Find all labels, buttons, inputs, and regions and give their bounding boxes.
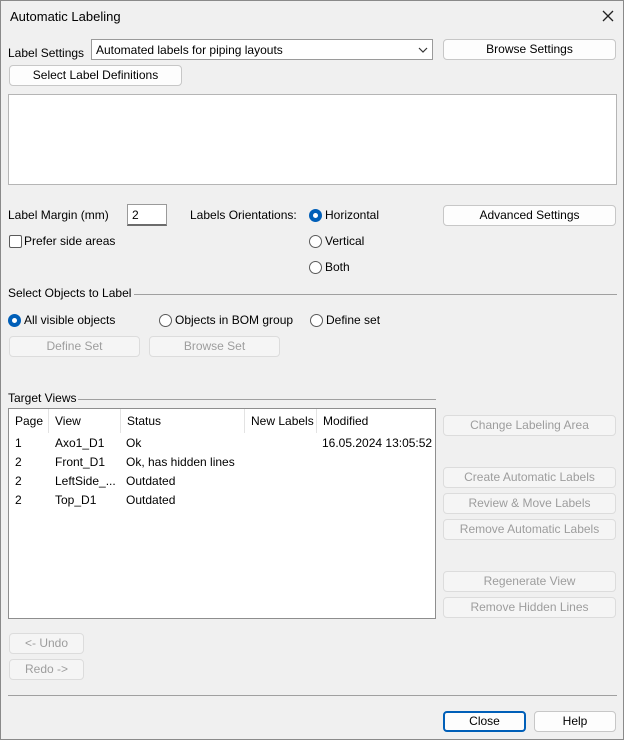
objects-bom-group-label[interactable]: Objects in BOM group (175, 313, 293, 327)
close-icon (602, 10, 614, 22)
label-margin-label: Label Margin (mm) (8, 208, 109, 222)
cell-page: 2 (15, 455, 22, 469)
remove-automatic-labels-button[interactable]: Remove Automatic Labels (443, 519, 616, 540)
browse-settings-button[interactable]: Browse Settings (443, 39, 616, 60)
browse-set-button[interactable]: Browse Set (149, 336, 280, 357)
objects-define-set-radio[interactable] (310, 314, 323, 327)
table-row[interactable]: 1 Axo1_D1 Ok 16.05.2024 13:05:52 (9, 435, 435, 454)
orientation-vertical-radio[interactable] (309, 235, 322, 248)
cell-page: 1 (15, 436, 22, 450)
create-automatic-labels-button[interactable]: Create Automatic Labels (443, 467, 616, 488)
select-label-definitions-button[interactable]: Select Label Definitions (9, 65, 182, 86)
label-margin-input[interactable]: 2 (127, 204, 167, 226)
labels-orientations-label: Labels Orientations: (190, 208, 297, 222)
change-labeling-area-button[interactable]: Change Labeling Area (443, 415, 616, 436)
orientation-horizontal-label[interactable]: Horizontal (325, 208, 379, 222)
table-row[interactable]: 2 Front_D1 Ok, has hidden lines (9, 454, 435, 473)
column-header-modified[interactable]: Modified (317, 409, 435, 433)
advanced-settings-button[interactable]: Advanced Settings (443, 205, 616, 226)
cell-status: Outdated (126, 493, 176, 507)
orientation-both-radio[interactable] (309, 261, 322, 274)
label-definitions-box[interactable] (8, 94, 617, 185)
objects-all-visible-radio[interactable] (8, 314, 21, 327)
orientation-vertical-label[interactable]: Vertical (325, 234, 364, 248)
review-move-labels-button[interactable]: Review & Move Labels (443, 493, 616, 514)
select-objects-title: Select Objects to Label (8, 286, 132, 300)
orientation-both-label[interactable]: Both (325, 260, 350, 274)
target-views-separator (78, 399, 436, 400)
prefer-side-areas-checkbox[interactable] (9, 235, 22, 248)
target-views-title: Target Views (8, 391, 77, 405)
table-row[interactable]: 2 Top_D1 Outdated (9, 492, 435, 511)
window-title: Automatic Labeling (10, 9, 121, 24)
select-objects-separator (134, 294, 617, 295)
cell-view: Axo1_D1 (55, 436, 105, 450)
dialog-window: Automatic Labeling Label Settings Automa… (0, 0, 624, 740)
footer-separator (8, 695, 617, 696)
label-settings-label: Label Settings (8, 46, 85, 60)
define-set-button[interactable]: Define Set (9, 336, 140, 357)
close-window-button[interactable] (597, 5, 619, 27)
redo-button[interactable]: Redo -> (9, 659, 84, 680)
column-header-page[interactable]: Page (9, 409, 49, 433)
cell-status: Outdated (126, 474, 176, 488)
objects-bom-group-radio[interactable] (159, 314, 172, 327)
label-settings-dropdown[interactable]: Automated labels for piping layouts (91, 39, 433, 60)
target-views-list[interactable]: Page View Status New Labels Modified 1 A… (8, 408, 436, 619)
cell-status: Ok (126, 436, 142, 450)
cell-page: 2 (15, 474, 22, 488)
cell-view: Front_D1 (55, 455, 106, 469)
table-row[interactable]: 2 LeftSide_... Outdated (9, 473, 435, 492)
chevron-down-icon (418, 47, 428, 53)
objects-all-visible-label[interactable]: All visible objects (24, 313, 115, 327)
undo-button[interactable]: <- Undo (9, 633, 84, 654)
column-header-status[interactable]: Status (121, 409, 245, 433)
cell-view: LeftSide_... (55, 474, 116, 488)
label-settings-selected: Automated labels for piping layouts (96, 43, 283, 57)
cell-page: 2 (15, 493, 22, 507)
close-button[interactable]: Close (443, 711, 526, 732)
remove-hidden-lines-button[interactable]: Remove Hidden Lines (443, 597, 616, 618)
label-margin-value: 2 (132, 208, 139, 222)
regenerate-view-button[interactable]: Regenerate View (443, 571, 616, 592)
prefer-side-areas-label[interactable]: Prefer side areas (24, 234, 115, 248)
cell-view: Top_D1 (55, 493, 97, 507)
column-header-view[interactable]: View (49, 409, 121, 433)
cell-modified: 16.05.2024 13:05:52 (322, 436, 433, 450)
help-button[interactable]: Help (534, 711, 616, 732)
orientation-horizontal-radio[interactable] (309, 209, 322, 222)
column-header-new-labels[interactable]: New Labels (245, 409, 317, 433)
objects-define-set-label[interactable]: Define set (326, 313, 380, 327)
cell-status: Ok, has hidden lines (126, 455, 235, 469)
